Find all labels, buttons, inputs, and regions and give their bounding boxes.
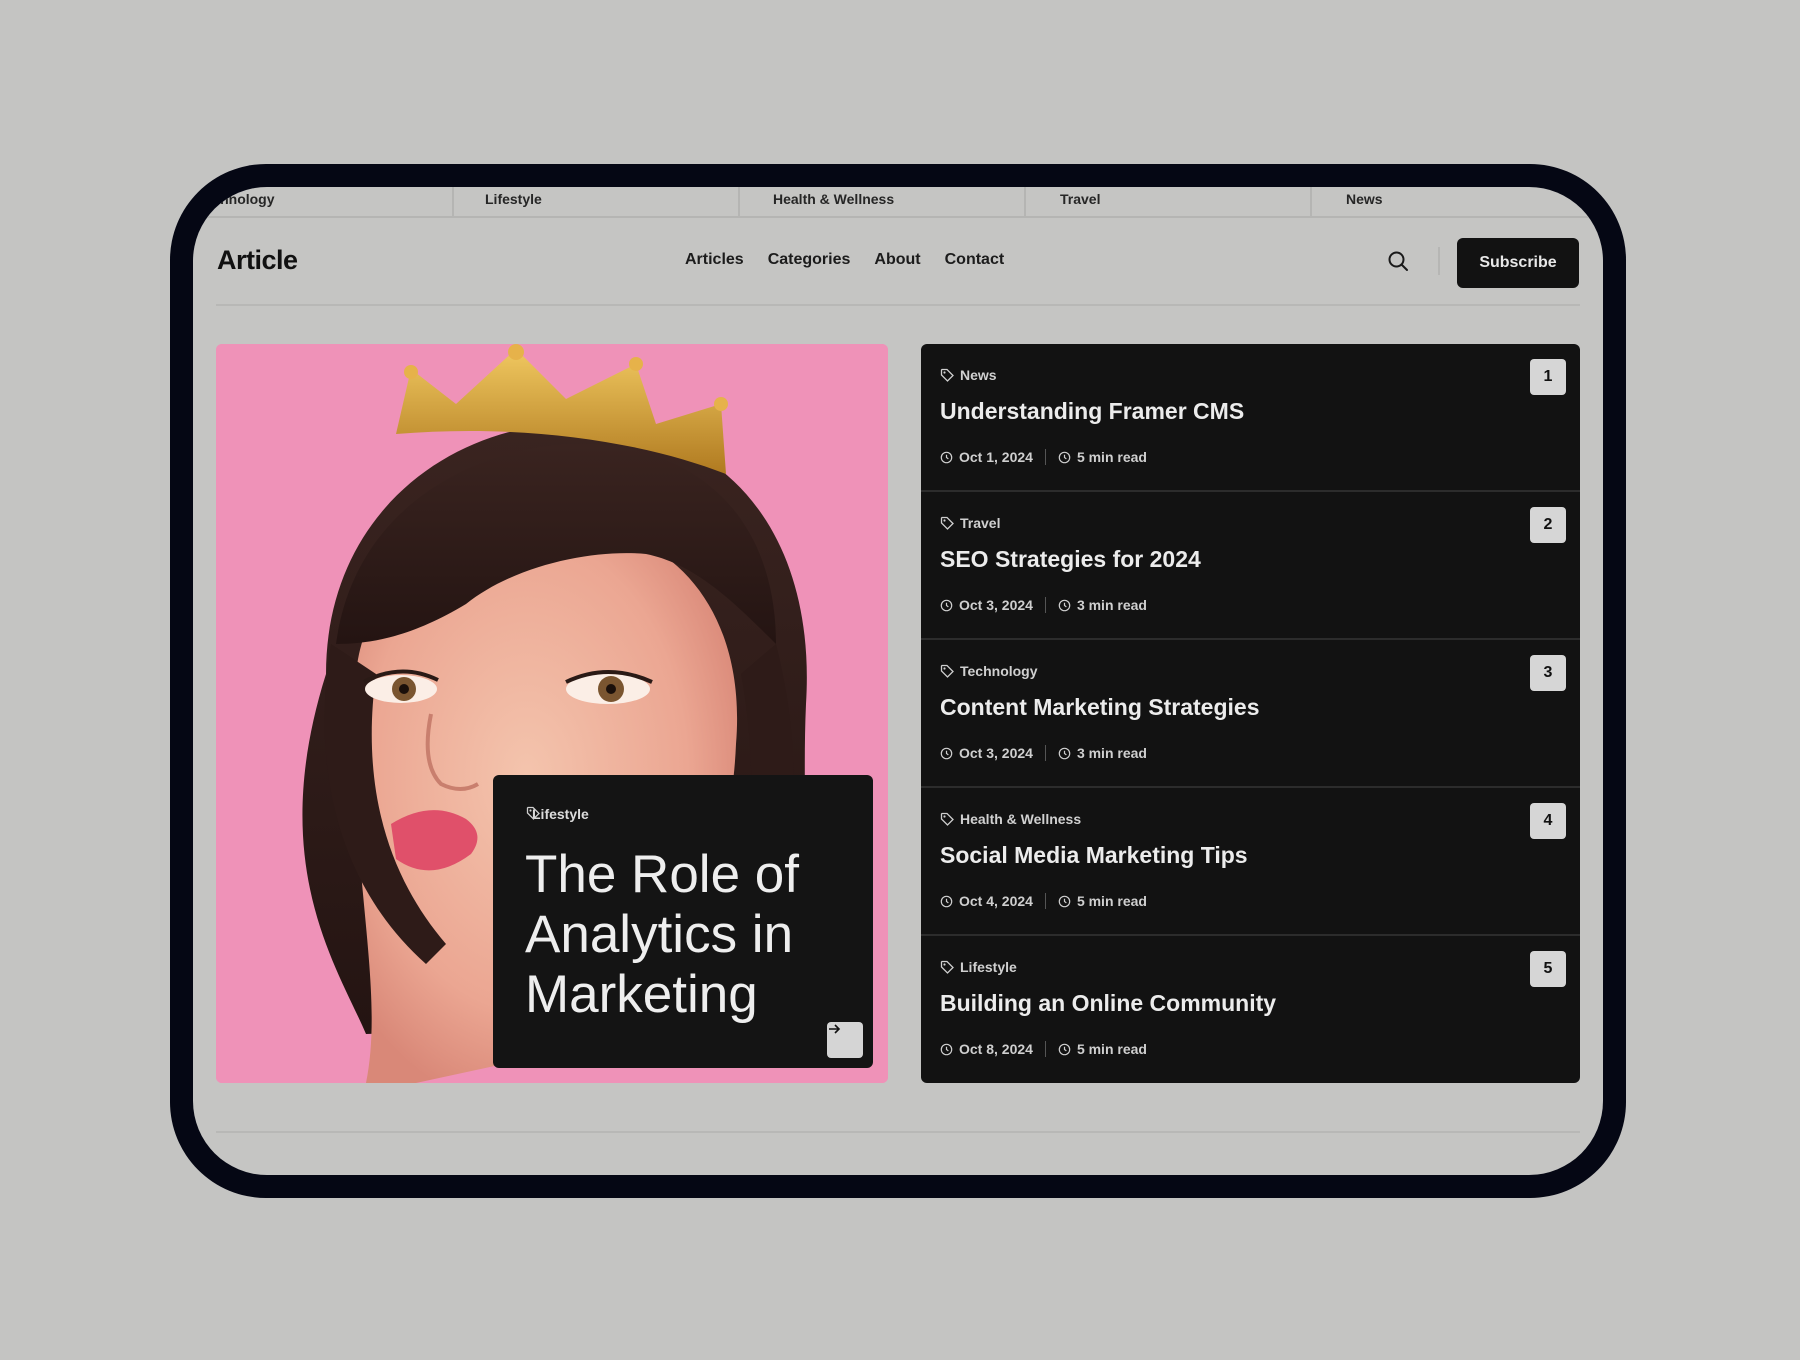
nav-contact[interactable]: Contact (945, 251, 1005, 269)
article-category: Technology (940, 663, 1038, 679)
ticker-item-technology[interactable]: Technology (193, 187, 454, 218)
article-date: Oct 3, 2024 (959, 597, 1033, 613)
ticker-label: Travel (1060, 191, 1101, 207)
clock-icon (940, 451, 953, 464)
article-list: News Understanding Framer CMS Oct 1, 2024 5… (921, 344, 1580, 1083)
subscribe-button[interactable]: Subscribe (1457, 238, 1579, 288)
footer-separator (216, 1131, 1580, 1133)
article-date: Oct 1, 2024 (959, 449, 1033, 465)
article-title[interactable]: SEO Strategies for 2024 (940, 546, 1201, 573)
tag-icon (940, 368, 954, 382)
hero-article[interactable]: Lifestyle The Role of Analytics in Marke… (216, 344, 888, 1083)
clock-icon (940, 747, 953, 760)
article-number-badge: 3 (1530, 655, 1566, 691)
article-read-time: 3 min read (1076, 745, 1147, 761)
hero-card: Lifestyle The Role of Analytics in Marke… (493, 775, 873, 1068)
article-category-label: Travel (960, 515, 1001, 531)
clock-icon (940, 1043, 953, 1056)
article-number-badge: 1 (1530, 359, 1566, 395)
article-item[interactable]: Health & Wellness Social Media Marketing … (921, 788, 1580, 936)
article-item[interactable]: Lifestyle Building an Online Community Oct… (921, 936, 1580, 1083)
device-frame: Technology Lifestyle Health & Wellness T… (170, 164, 1626, 1198)
meta-divider (1044, 893, 1046, 909)
ticker-item-news[interactable]: News (1312, 187, 1603, 218)
meta-divider (1044, 449, 1046, 465)
article-date: Oct 8, 2024 (959, 1041, 1033, 1057)
article-category: Travel (940, 515, 1000, 531)
nav-about[interactable]: About (874, 251, 920, 269)
clock-icon (1058, 599, 1071, 612)
hero-title[interactable]: The Role of Analytics in Marketing (525, 845, 845, 1025)
article-title[interactable]: Building an Online Community (940, 990, 1276, 1017)
header-divider (1438, 247, 1440, 275)
ticker-label: News (1346, 191, 1383, 207)
article-category-label: News (960, 367, 997, 383)
article-title[interactable]: Understanding Framer CMS (940, 398, 1244, 425)
clock-icon (940, 599, 953, 612)
article-category: News (940, 367, 997, 383)
hero-category-label: Lifestyle (532, 806, 589, 822)
header-separator (216, 304, 1580, 306)
clock-icon (1058, 1043, 1071, 1056)
article-meta: Oct 1, 2024 5 min read (940, 449, 1147, 465)
article-date: Oct 4, 2024 (959, 893, 1033, 909)
nav-categories[interactable]: Categories (768, 251, 851, 269)
ticker-item-lifestyle[interactable]: Lifestyle (454, 187, 740, 218)
article-read-time: 5 min read (1076, 1041, 1147, 1057)
article-number-badge: 4 (1530, 803, 1566, 839)
hero-category: Lifestyle (526, 806, 589, 822)
screen: Technology Lifestyle Health & Wellness T… (193, 187, 1603, 1175)
article-title[interactable]: Social Media Marketing Tips (940, 842, 1248, 869)
meta-divider (1044, 745, 1046, 761)
ticker-label: Lifestyle (485, 191, 542, 207)
clock-icon (1058, 451, 1071, 464)
article-meta: Oct 4, 2024 5 min read (940, 893, 1147, 909)
article-item[interactable]: Technology Content Marketing Strategies Oc… (921, 640, 1580, 788)
article-meta: Oct 8, 2024 5 min read (940, 1041, 1147, 1057)
article-read-time: 3 min read (1076, 597, 1147, 613)
article-category: Health & Wellness (940, 811, 1081, 827)
tag-icon (940, 664, 954, 678)
tag-icon (940, 812, 954, 826)
article-category-label: Technology (960, 663, 1038, 679)
article-category: Lifestyle (940, 959, 1017, 975)
ticker-item-health-wellness[interactable]: Health & Wellness (740, 187, 1026, 218)
ticker-label: Health & Wellness (773, 191, 895, 207)
nav-articles[interactable]: Articles (685, 251, 744, 269)
clock-icon (1058, 895, 1071, 908)
meta-divider (1044, 597, 1046, 613)
main-nav: Articles Categories About Contact (685, 251, 1004, 269)
article-number-badge: 2 (1530, 507, 1566, 543)
article-meta: Oct 3, 2024 3 min read (940, 745, 1147, 761)
category-ticker: Technology Lifestyle Health & Wellness T… (193, 187, 1603, 218)
article-category-label: Health & Wellness (960, 811, 1082, 827)
search-icon[interactable] (1386, 249, 1410, 273)
tag-icon (940, 960, 954, 974)
article-meta: Oct 3, 2024 3 min read (940, 597, 1147, 613)
article-title[interactable]: Content Marketing Strategies (940, 694, 1260, 721)
arrow-right-icon[interactable] (827, 1022, 863, 1058)
article-read-time: 5 min read (1076, 449, 1147, 465)
clock-icon (940, 895, 953, 908)
article-read-time: 5 min read (1076, 893, 1147, 909)
article-date: Oct 3, 2024 (959, 745, 1033, 761)
article-category-label: Lifestyle (960, 959, 1017, 975)
ticker-item-travel[interactable]: Travel (1026, 187, 1312, 218)
article-item[interactable]: Travel SEO Strategies for 2024 Oct 3, 2024… (921, 492, 1580, 640)
article-number-badge: 5 (1530, 951, 1566, 987)
site-logo[interactable]: Article (217, 245, 298, 276)
meta-divider (1044, 1041, 1046, 1057)
ticker-label: Technology (197, 191, 275, 207)
article-item[interactable]: News Understanding Framer CMS Oct 1, 2024 5… (921, 344, 1580, 492)
tag-icon (940, 516, 954, 530)
clock-icon (1058, 747, 1071, 760)
